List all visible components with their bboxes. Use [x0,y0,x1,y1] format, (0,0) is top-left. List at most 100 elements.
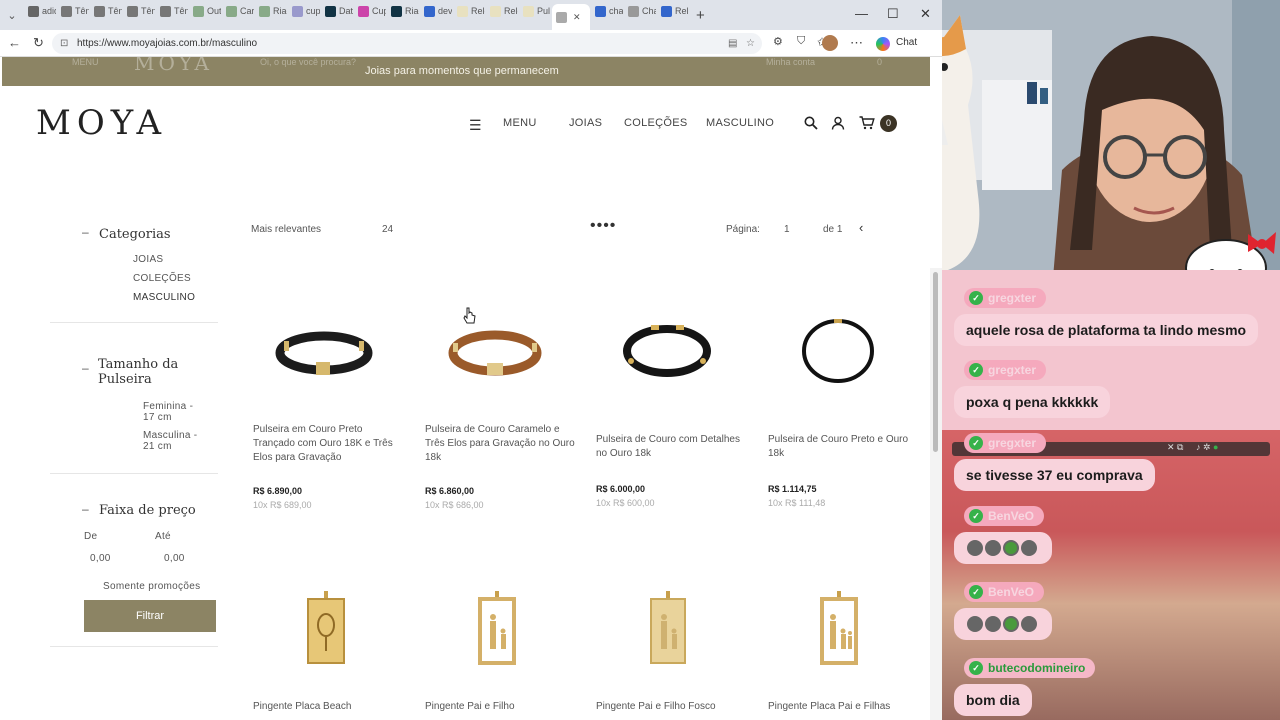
profile-avatar[interactable] [822,35,838,51]
grid-view-dots-icon[interactable]: •••• [590,217,616,235]
product-name[interactable]: Pulseira de Couro com Detalhes no Ouro 1… [596,433,746,461]
product-card[interactable]: Pulseira em Couro Preto Trançado com Our… [253,307,403,517]
category-joias[interactable]: JOIAS [133,254,163,265]
browser-tab[interactable]: Dat [321,0,353,22]
copilot-label[interactable]: Chat [896,37,917,48]
browser-tab[interactable]: Riac [387,0,419,22]
browser-tab[interactable]: Tên [90,0,122,22]
browser-tab[interactable]: Relc [486,0,518,22]
scrollbar-thumb[interactable] [933,272,938,452]
beach-tennis-pendant-image[interactable] [253,585,403,675]
sticky-menu-label[interactable]: MENU [72,57,99,67]
father-son-pendant-image[interactable] [425,585,575,675]
browser-tab[interactable]: dev [420,0,452,22]
nav-masculino[interactable]: MASCULINO [706,117,774,129]
browser-tab[interactable]: ✕ [552,4,590,30]
black-gold-bracelet-image[interactable] [596,307,746,397]
category-masculino[interactable]: MASCULINO [133,292,195,303]
price-min-input[interactable]: 0,00 [90,553,111,564]
filter-button[interactable]: Filtrar [84,600,216,632]
product-name[interactable]: Pingente Placa Pai e Filhas [768,700,918,714]
collapse-preco-icon[interactable]: – [82,502,89,516]
product-card[interactable]: Pulseira de Couro Caramelo e Três Elos p… [425,307,575,517]
browser-tab[interactable]: Out [189,0,221,22]
size-feminina-line2[interactable]: 17 cm [143,412,172,423]
address-bar[interactable]: ⊡ https://www.moyajoias.com.br/masculino… [52,33,762,54]
price-max-input[interactable]: 0,00 [164,553,185,564]
minimize-button[interactable]: — [855,6,868,21]
browser-tab[interactable]: cha [591,0,623,22]
product-name[interactable]: Pingente Placa Beach [253,700,403,714]
favorite-star-icon[interactable]: ☆ [746,33,755,54]
shield-icon[interactable]: ⛉ [797,35,805,48]
browser-tab[interactable]: Pul [519,0,551,22]
collapse-categorias-icon[interactable]: – [82,225,89,239]
reload-icon[interactable]: ↻ [33,35,44,51]
tamanho-title-line1[interactable]: Tamanho da [98,357,178,372]
categorias-title[interactable]: Categorias [99,227,171,242]
new-tab-button[interactable]: + [696,7,705,24]
reader-icon[interactable]: ▤ [728,33,737,54]
per-page-select[interactable]: 24 [382,224,393,235]
size-feminina-line1[interactable]: Feminina - [143,401,193,412]
browser-tab[interactable]: Tên [156,0,188,22]
product-name[interactable]: Pingente Pai e Filho Fosco [596,700,746,714]
tamanho-title-line2[interactable]: Pulseira [98,372,152,387]
size-masculina-line2[interactable]: 21 cm [143,441,172,452]
thin-black-bracelet-image[interactable] [768,307,918,397]
chat-username[interactable]: ✓ butecodomineiro [964,658,1096,678]
maximize-button[interactable]: ☐ [887,6,899,22]
hamburger-icon[interactable]: ☰ [469,117,482,134]
user-icon[interactable] [831,116,845,130]
product-name[interactable]: Pulseira de Couro Caramelo e Três Elos p… [425,423,575,465]
product-card[interactable]: Pingente Pai e Filho Fosco [596,585,746,720]
category-colecoes[interactable]: COLEÇÕES [133,273,191,284]
browser-tab[interactable]: Car [222,0,254,22]
site-info-icon[interactable]: ⊡ [60,33,68,54]
page-scrollbar[interactable] [930,268,942,720]
sticky-account-link[interactable]: Minha conta [766,57,815,67]
browser-tab[interactable]: Cha [624,0,656,22]
cart-icon[interactable] [859,116,875,130]
promo-only-checkbox[interactable]: Somente promoções [103,581,200,592]
site-logo[interactable]: MOYA [36,103,167,143]
chat-username[interactable]: ✓ BenVeO [964,582,1045,602]
product-card[interactable]: Pingente Placa Beach [253,585,403,720]
father-daughters-pendant-image[interactable] [768,585,918,675]
browser-tab[interactable]: cup [288,0,320,22]
prev-page-icon[interactable]: ‹ [859,220,863,235]
sort-select[interactable]: Mais relevantes [251,224,321,235]
close-tab-icon[interactable]: ✕ [573,12,581,23]
copilot-icon[interactable] [876,37,890,51]
product-card[interactable]: Pulseira de Couro com Detalhes no Ouro 1… [596,307,746,517]
product-name[interactable]: Pingente Pai e Filho [425,700,575,714]
browser-tab[interactable]: Tên [123,0,155,22]
size-masculina-line1[interactable]: Masculina - [143,430,197,441]
search-icon[interactable] [804,116,818,130]
browser-tab[interactable]: Cup [354,0,386,22]
browser-tab[interactable]: Tên [57,0,89,22]
browser-tab[interactable]: Relc [453,0,485,22]
nav-menu[interactable]: MENU [503,117,537,129]
nav-joias[interactable]: JOIAS [569,117,602,129]
product-card[interactable]: Pulseira de Couro Preto e Ouro 18k R$ 1.… [768,307,918,517]
close-window-button[interactable]: ✕ [920,6,931,22]
product-name[interactable]: Pulseira em Couro Preto Trançado com Our… [253,423,403,465]
browser-tab[interactable]: Riac [255,0,287,22]
browser-tab[interactable]: Rel [657,0,689,22]
nav-colecoes[interactable]: COLEÇÕES [624,117,688,129]
preco-title[interactable]: Faixa de preço [99,503,196,518]
product-card[interactable]: Pingente Placa Pai e Filhas [768,585,918,720]
page-input[interactable]: 1 [784,224,790,235]
father-son-matte-pendant-image[interactable] [596,585,746,675]
back-icon[interactable]: ← [8,35,21,50]
collapse-tamanho-icon[interactable]: – [82,361,89,375]
product-name[interactable]: Pulseira de Couro Preto e Ouro 18k [768,433,918,461]
tab-list-dropdown-icon[interactable]: ⌄ [0,9,24,22]
extension-icon[interactable]: ⚙ [773,35,783,48]
product-card[interactable]: Pingente Pai e Filho [425,585,575,720]
caramel-bracelet-image[interactable] [425,307,575,397]
sticky-search-input[interactable]: Oi, o que você procura? [260,57,356,67]
chat-username[interactable]: ✓ gregxter [964,360,1047,380]
chat-username[interactable]: ✓ gregxter [964,433,1047,453]
